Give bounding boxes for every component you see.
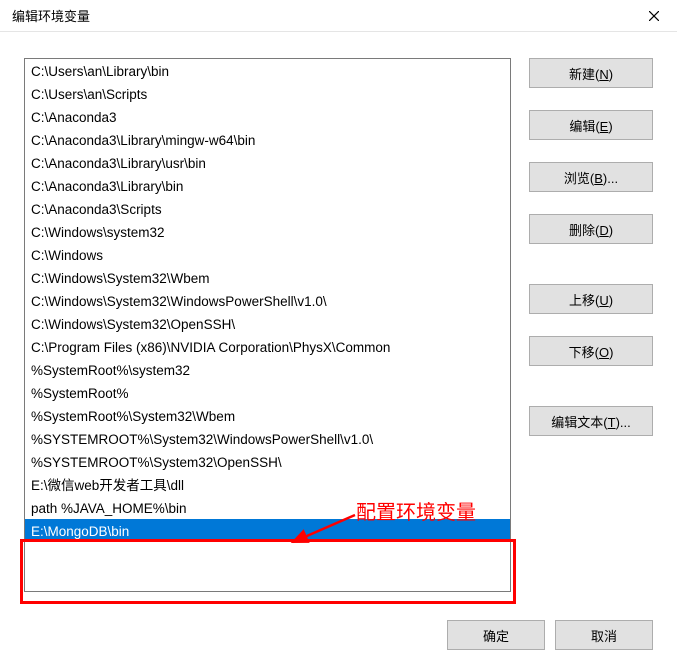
dialog-footer: 确定 取消 (0, 606, 677, 664)
browse-button[interactable]: 浏览(B)... (529, 162, 653, 192)
path-list-item[interactable]: C:\Windows\System32\Wbem (25, 266, 510, 289)
path-list-item[interactable]: C:\Anaconda3\Scripts (25, 197, 510, 220)
new-button[interactable]: 新建(N) (529, 58, 653, 88)
dialog-content: C:\Users\an\Library\binC:\Users\an\Scrip… (0, 32, 677, 592)
path-list-item[interactable]: C:\Users\an\Library\bin (25, 59, 510, 82)
titlebar: 编辑环境变量 (0, 0, 677, 32)
delete-button[interactable]: 删除(D) (529, 214, 653, 244)
path-list[interactable]: C:\Users\an\Library\binC:\Users\an\Scrip… (25, 59, 510, 591)
move-down-button[interactable]: 下移(O) (529, 336, 653, 366)
path-list-item[interactable]: %SYSTEMROOT%\System32\WindowsPowerShell\… (25, 427, 510, 450)
cancel-button[interactable]: 取消 (555, 620, 653, 650)
path-list-empty-row[interactable] (25, 542, 510, 565)
path-list-item[interactable]: C:\Windows\System32\OpenSSH\ (25, 312, 510, 335)
path-list-item[interactable]: C:\Users\an\Scripts (25, 82, 510, 105)
move-up-button[interactable]: 上移(U) (529, 284, 653, 314)
path-list-item[interactable]: C:\Windows (25, 243, 510, 266)
window-title: 编辑环境变量 (12, 6, 90, 25)
edit-button[interactable]: 编辑(E) (529, 110, 653, 140)
path-list-item[interactable]: C:\Program Files (x86)\NVIDIA Corporatio… (25, 335, 510, 358)
close-icon (649, 11, 659, 21)
path-list-item[interactable]: C:\Windows\system32 (25, 220, 510, 243)
button-column: 新建(N) 编辑(E) 浏览(B)... 删除(D) 上移(U) 下移(O) 编… (529, 58, 653, 592)
close-button[interactable] (631, 0, 677, 32)
path-list-item[interactable]: C:\Anaconda3 (25, 105, 510, 128)
path-list-item[interactable]: C:\Anaconda3\Library\usr\bin (25, 151, 510, 174)
path-list-item[interactable]: %SYSTEMROOT%\System32\OpenSSH\ (25, 450, 510, 473)
path-list-item[interactable]: E:\MongoDB\bin (25, 519, 510, 542)
path-list-item[interactable]: C:\Anaconda3\Library\bin (25, 174, 510, 197)
path-list-item[interactable]: C:\Windows\System32\WindowsPowerShell\v1… (25, 289, 510, 312)
path-list-item[interactable]: %SystemRoot%\System32\Wbem (25, 404, 510, 427)
ok-button[interactable]: 确定 (447, 620, 545, 650)
path-list-item[interactable]: path %JAVA_HOME%\bin (25, 496, 510, 519)
path-list-container: C:\Users\an\Library\binC:\Users\an\Scrip… (24, 58, 511, 592)
path-list-item[interactable]: %SystemRoot% (25, 381, 510, 404)
path-list-item[interactable]: C:\Anaconda3\Library\mingw-w64\bin (25, 128, 510, 151)
path-list-item[interactable]: %SystemRoot%\system32 (25, 358, 510, 381)
path-list-item[interactable]: E:\微信web开发者工具\dll (25, 473, 510, 496)
edit-text-button[interactable]: 编辑文本(T)... (529, 406, 653, 436)
